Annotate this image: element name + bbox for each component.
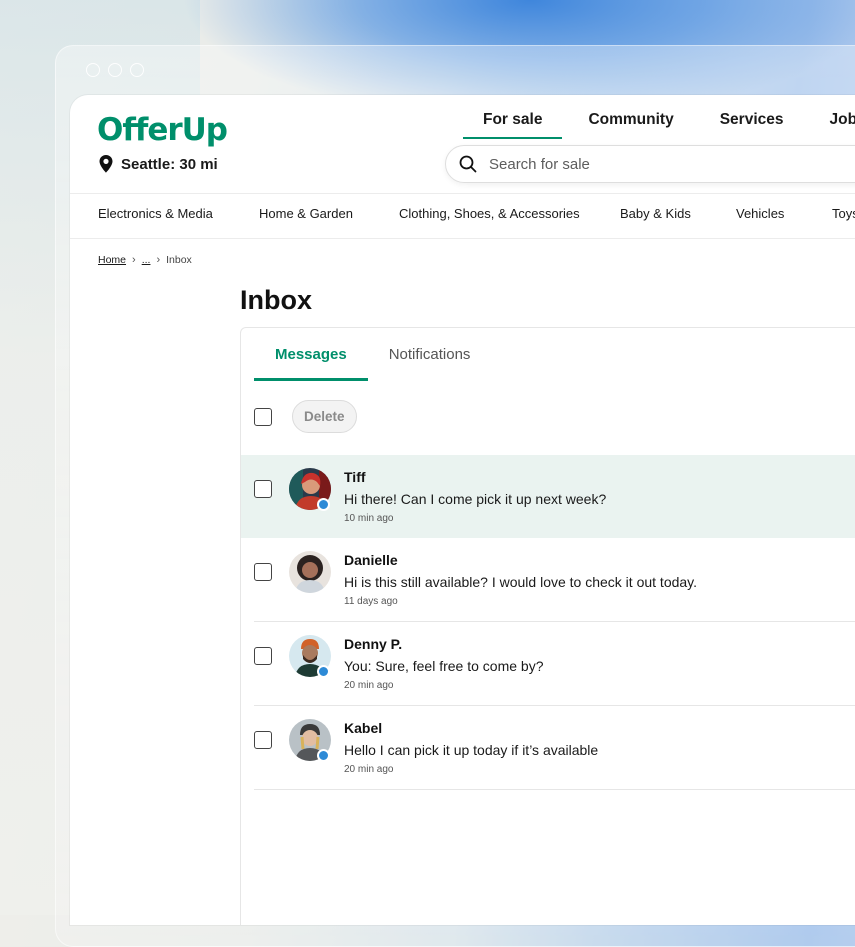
search-bar[interactable] [445,145,855,183]
nav-jobs[interactable]: Jobs [809,111,855,139]
category-bar: Electronics & Media Home & Garden Clothi… [70,193,855,239]
message-row[interactable]: Denny P. You: Sure, feel free to come by… [254,622,855,706]
message-preview: You: Sure, feel free to come by? [344,658,544,674]
search-input[interactable] [487,154,791,174]
category-baby-kids[interactable]: Baby & Kids [620,206,691,221]
delete-button[interactable]: Delete [292,400,357,433]
nav-services[interactable]: Services [700,111,804,139]
breadcrumb: Home › ... › Inbox [98,254,192,266]
message-sender: Danielle [344,552,398,568]
category-electronics[interactable]: Electronics & Media [98,206,213,221]
inbox-tabs: Messages Notifications [254,328,491,381]
location-label: Seattle: 30 mi [121,155,218,173]
message-time: 10 min ago [344,513,394,524]
message-time: 20 min ago [344,680,394,691]
breadcrumb-ellipsis[interactable]: ... [142,254,151,266]
message-preview: Hi is this still available? I would love… [344,574,698,590]
search-icon [459,155,477,173]
avatar [289,551,331,593]
chevron-right-icon: › [156,254,161,266]
inbox-panel: Messages Notifications Delete Tiff Hi th… [240,327,855,925]
chevron-right-icon: › [132,254,136,266]
window-control-close[interactable] [86,63,100,77]
message-checkbox[interactable] [254,563,272,581]
tab-notifications[interactable]: Notifications [368,328,492,381]
page-title: Inbox [240,285,312,315]
message-time: 20 min ago [344,764,394,775]
category-toys[interactable]: Toys [832,206,855,221]
message-row[interactable]: Tiff Hi there! Can I come pick it up nex… [241,455,855,538]
nav-for-sale[interactable]: For sale [463,111,563,139]
inbox-toolbar: Delete [254,400,357,433]
top-nav: For sale Community Services Jobs [463,111,855,139]
app-window: OfferUp Seattle: 30 mi For sale Communit… [70,95,855,925]
message-checkbox[interactable] [254,647,272,665]
message-sender: Kabel [344,720,383,736]
logo[interactable]: OfferUp [97,112,228,148]
message-row[interactable]: Danielle Hi is this still available? I w… [254,538,855,622]
message-time: 11 days ago [344,596,398,607]
message-sender: Tiff [344,469,366,485]
breadcrumb-current: Inbox [166,254,192,266]
location-pin-icon [99,155,113,173]
verified-badge-icon [317,749,330,762]
window-control-minimize[interactable] [108,63,122,77]
message-preview: Hello I can pick it up today if it’s ava… [344,742,599,758]
verified-badge-icon [317,665,330,678]
nav-community[interactable]: Community [568,111,693,139]
window-control-maximize[interactable] [130,63,144,77]
category-vehicles[interactable]: Vehicles [736,206,784,221]
message-sender: Denny P. [344,636,403,652]
message-list: Tiff Hi there! Can I come pick it up nex… [241,455,855,790]
category-home-garden[interactable]: Home & Garden [259,206,353,221]
message-checkbox[interactable] [254,480,272,498]
message-preview: Hi there! Can I come pick it up next wee… [344,491,607,507]
select-all-checkbox[interactable] [254,407,272,426]
message-checkbox[interactable] [254,731,272,749]
breadcrumb-home[interactable]: Home [98,254,126,266]
verified-badge-icon [317,498,330,511]
tab-messages[interactable]: Messages [254,328,368,381]
location-selector[interactable]: Seattle: 30 mi [99,155,218,173]
category-clothing[interactable]: Clothing, Shoes, & Accessories [399,206,580,221]
window-controls [86,63,144,77]
message-row[interactable]: Kabel Hello I can pick it up today if it… [254,706,855,790]
